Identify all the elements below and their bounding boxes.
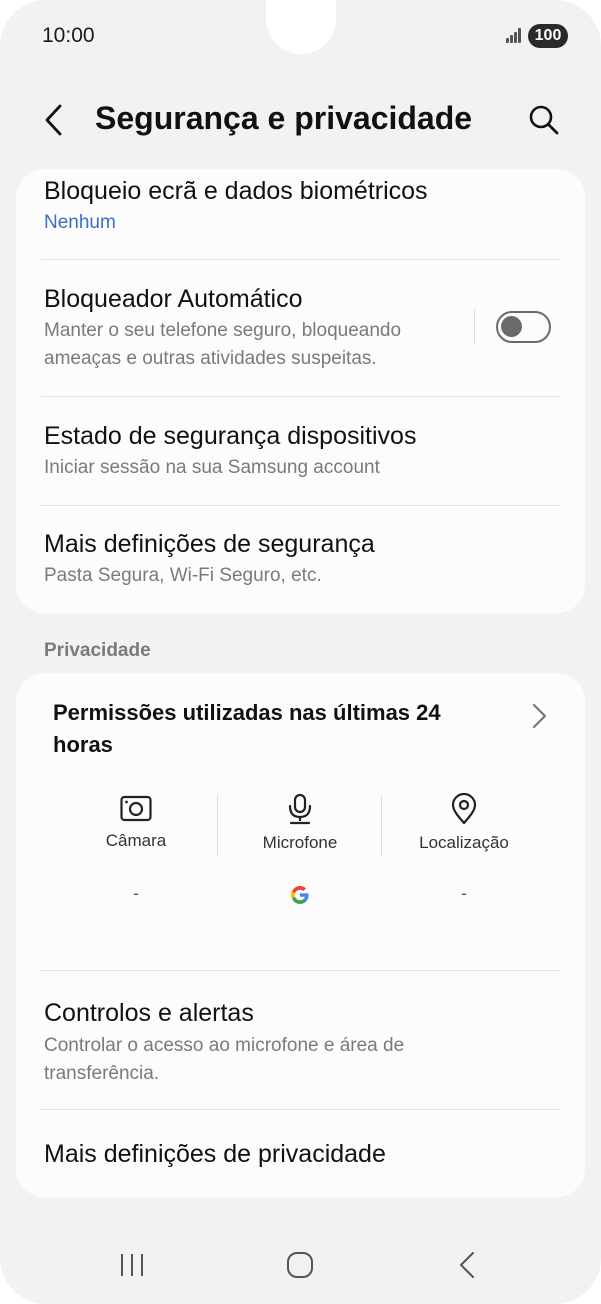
security-card: Bloqueio ecrã e dados biométricos Nenhum…	[16, 169, 585, 613]
more-security-settings-item[interactable]: Mais definições de segurança Pasta Segur…	[16, 506, 585, 613]
toggle-knob	[501, 316, 522, 337]
location-usage-value: -	[461, 883, 467, 903]
microphone-icon	[288, 793, 312, 825]
recents-button[interactable]	[116, 1248, 148, 1282]
microphone-label: Microfone	[262, 833, 338, 852]
controls-alerts-title: Controlos e alertas	[44, 999, 254, 1027]
more-privacy-title: Mais definições de privacidade	[44, 1140, 386, 1168]
screen-lock-value: Nenhum	[44, 212, 116, 233]
search-icon	[529, 105, 559, 135]
back-icon	[460, 1252, 474, 1278]
signal-icon	[506, 28, 522, 43]
microphone-usage-app[interactable]	[218, 883, 382, 912]
more-security-subtitle: Pasta Segura, Wi-Fi Seguro, etc.	[44, 565, 322, 586]
battery-indicator: 100	[528, 24, 568, 48]
auto-blocker-toggle[interactable]	[496, 311, 551, 343]
page-title: Segurança e privacidade	[95, 100, 473, 136]
location-label: Localização	[419, 833, 509, 852]
chevron-right-icon	[532, 703, 547, 729]
screen-lock-title: Bloqueio ecrã e dados biométricos	[44, 177, 428, 205]
camera-permission[interactable]: Câmara	[54, 793, 218, 863]
camera-notch	[266, 0, 336, 54]
camera-label: Câmara	[105, 831, 167, 850]
screen-lock-item[interactable]: Bloqueio ecrã e dados biométricos Nenhum	[16, 169, 585, 259]
privacy-section-label: Privacidade	[44, 640, 151, 661]
recents-icon	[121, 1254, 143, 1276]
google-logo	[291, 886, 309, 904]
more-privacy-settings-item[interactable]: Mais definições de privacidade	[16, 1110, 585, 1197]
device-security-title: Estado de segurança dispositivos	[44, 422, 417, 450]
location-pin-icon	[451, 793, 477, 825]
device-security-subtitle: Iniciar sessão na sua Samsung account	[44, 457, 380, 478]
permissions-title: Permissões utilizadas nas últimas 24 hor…	[53, 700, 441, 757]
home-icon	[287, 1252, 313, 1278]
nav-back-button[interactable]	[455, 1248, 479, 1282]
toggle-separator	[474, 309, 475, 345]
status-time: 10:00	[42, 24, 95, 47]
phone-screen: 10:00 100 Segurança e privacidade Bloque…	[0, 0, 601, 1304]
auto-blocker-description: Manter o seu telefone seguro, bloqueando…	[44, 320, 402, 369]
home-button[interactable]	[283, 1248, 317, 1282]
camera-usage-value: -	[133, 883, 139, 903]
controls-alerts-subtitle: Controlar o acesso ao microfone e área d…	[44, 1035, 405, 1084]
location-permission[interactable]: Localização	[382, 793, 546, 863]
device-security-status-item[interactable]: Estado de segurança dispositivos Iniciar…	[16, 397, 585, 505]
privacy-card: Permissões utilizadas nas últimas 24 hor…	[16, 673, 585, 1197]
back-button[interactable]	[36, 98, 76, 142]
more-security-title: Mais definições de segurança	[44, 530, 375, 558]
search-button[interactable]	[522, 98, 566, 142]
permissions-chevron[interactable]	[528, 701, 550, 731]
chevron-left-icon	[45, 104, 62, 136]
microphone-permission[interactable]: Microfone	[218, 793, 382, 863]
camera-icon	[120, 795, 152, 822]
auto-blocker-title: Bloqueador Automático	[44, 285, 303, 313]
controls-alerts-item[interactable]: Controlos e alertas Controlar o acesso a…	[16, 971, 585, 1109]
permissions-used-item[interactable]: Permissões utilizadas nas últimas 24 hor…	[16, 673, 585, 963]
